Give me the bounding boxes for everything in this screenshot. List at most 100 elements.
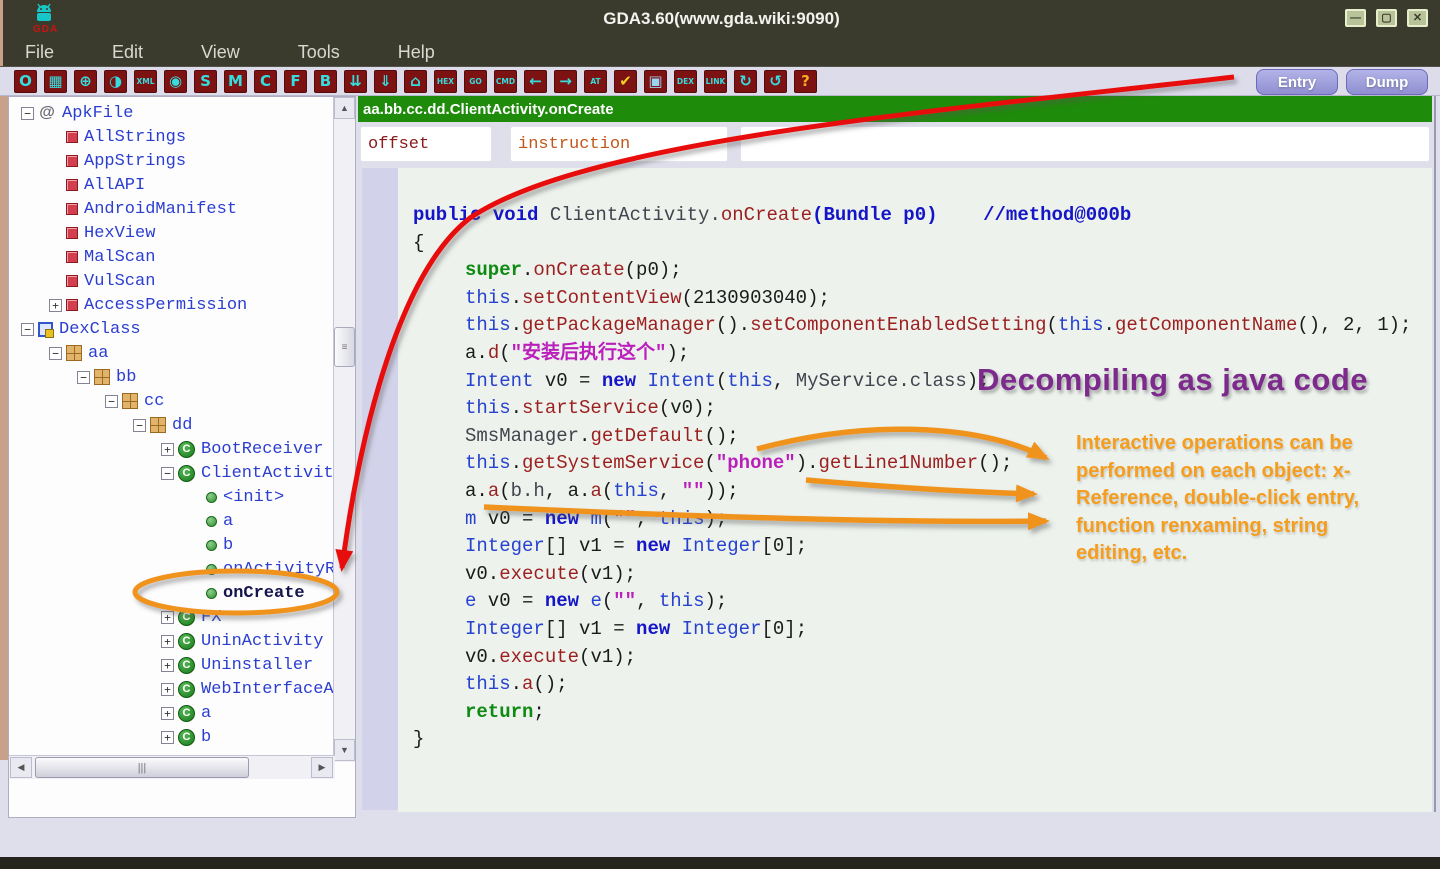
code-line[interactable]: } [413,726,1432,754]
save-icon[interactable]: ▦ [44,70,67,93]
dump-button[interactable]: Dump [1346,69,1428,95]
code-line[interactable]: return; [413,699,1432,727]
code-line[interactable]: v0.execute(v1); [413,644,1432,672]
code-token-t[interactable]: Integer [682,535,762,557]
code-token-s[interactable]: "安装后执行这个" [511,342,667,364]
code-token-t[interactable]: this [465,314,511,336]
tree-item-webinterfaceactivity[interactable]: +CWebInterfaceActivity [9,677,333,701]
tree-item-onactivityresult[interactable]: onActivityResult [9,557,333,581]
close-button[interactable]: ✕ [1407,9,1428,27]
redo-icon[interactable]: ↻ [734,70,757,93]
code-token-m[interactable]: getPackageManager [522,314,716,336]
tree-item-allstrings[interactable]: AllStrings [9,125,333,149]
code-token-t[interactable]: this [1058,314,1104,336]
code-token-s[interactable]: "" [613,590,636,612]
code-token-s[interactable]: "phone" [716,452,796,474]
tree-item-appstrings[interactable]: AppStrings [9,149,333,173]
vertical-scroll-thumb[interactable]: ≡ [334,327,355,367]
open-icon[interactable]: O [14,70,37,93]
horizontal-scroll-thumb[interactable]: ||| [35,757,249,778]
tree-item-aa[interactable]: −aa [9,341,333,365]
instruction-column-header[interactable]: instruction [510,126,728,162]
code-line[interactable]: this.setContentView(2130903040); [413,285,1432,313]
code-token-t[interactable]: e [465,590,476,612]
tree-item-fx[interactable]: +CFX [9,605,333,629]
code-token-t[interactable]: this [727,370,773,392]
code-token-m[interactable]: onCreate [533,259,624,281]
tree-item-uninactivity[interactable]: +CUninActivity [9,629,333,653]
expand-toggle-icon[interactable]: + [161,443,174,456]
tree-item-malscan[interactable]: MalScan [9,245,333,269]
code-token-m[interactable]: setContentView [522,287,682,309]
code-token-m[interactable]: a [522,673,533,695]
collapse-toggle-icon[interactable]: − [133,419,146,432]
collapse-toggle-icon[interactable]: − [21,323,34,336]
code-token-c[interactable]: b.h [511,480,545,502]
collapse-toggle-icon[interactable]: − [21,107,34,120]
code-token-m[interactable]: a [488,480,499,502]
strings-icon[interactable]: S [194,70,217,93]
collapse-toggle-icon[interactable]: − [105,395,118,408]
hex-icon[interactable]: HEX [434,70,457,93]
code-token-m[interactable]: a [590,480,601,502]
code-token-t[interactable]: Integer [465,618,545,640]
code-token-s[interactable]: "" [682,480,705,502]
scroll-left-button[interactable]: ◀ [10,757,32,778]
tree-item-bootreceiver[interactable]: +CBootReceiver [9,437,333,461]
code-token-c[interactable]: MyService.class [796,370,967,392]
tree-item-init[interactable]: <init> [9,485,333,509]
tree-item-dd[interactable]: −dd [9,413,333,437]
expand-toggle-icon[interactable]: + [161,731,174,744]
tree-item-a[interactable]: +Ca [9,701,333,725]
collapse-toggle-icon[interactable]: − [161,467,174,480]
expand-toggle-icon[interactable]: + [49,299,62,312]
help-icon[interactable]: ? [794,70,817,93]
minimize-button[interactable]: — [1345,9,1366,27]
scroll-down-button[interactable]: ▼ [334,739,355,761]
tree-item-oncreate[interactable]: onCreate [9,581,333,605]
collapse-toggle-icon[interactable]: − [77,371,90,384]
expand-toggle-icon[interactable]: + [161,659,174,672]
collapse-toggle-icon[interactable]: − [49,347,62,360]
filter-box-empty[interactable] [740,126,1430,162]
expand-toggle-icon[interactable]: + [161,683,174,696]
code-token-m[interactable]: getDefault [590,425,704,447]
tree-item-accesspermission[interactable]: +AccessPermission [9,293,333,317]
malscan-icon[interactable]: ✔ [614,70,637,93]
code-token-t[interactable]: Intent [647,370,715,392]
at-icon[interactable]: AT [584,70,607,93]
code-line[interactable]: super.onCreate(p0); [413,257,1432,285]
tree-vertical-scrollbar[interactable]: ▲ ≡ ▼ [333,97,355,762]
method-icon[interactable]: M [224,70,247,93]
code-line[interactable]: Integer[] v1 = new Integer[0]; [413,616,1432,644]
code-token-t[interactable]: m [465,508,476,530]
apk-icon[interactable]: ◉ [164,70,187,93]
class-icon[interactable]: C [254,70,277,93]
tree-item-hexview[interactable]: HexView [9,221,333,245]
tree-item-bb[interactable]: −bb [9,365,333,389]
tree-item-b[interactable]: b [9,533,333,557]
code-token-m[interactable]: getSystemService [522,452,704,474]
code-token-t[interactable]: Integer [465,535,545,557]
code-token-t[interactable]: this [613,480,659,502]
bytecode-icon[interactable]: B [314,70,337,93]
code-token-s[interactable]: "" [613,508,636,530]
menu-view[interactable]: View [201,42,240,63]
code-token-m[interactable]: startService [522,397,659,419]
go-icon[interactable]: GO [464,70,487,93]
code-token-t[interactable]: this [659,508,705,530]
tree-item-dexclass[interactable]: −DexClass [9,317,333,341]
scroll-right-button[interactable]: ▶ [311,757,333,778]
code-line[interactable]: e v0 = new e("", this); [413,588,1432,616]
tree-item-clientactivity[interactable]: −CClientActivity [9,461,333,485]
forward-icon[interactable]: → [554,70,577,93]
expand-toggle-icon[interactable]: + [161,635,174,648]
code-token-m[interactable]: execute [499,646,579,668]
code-token-m[interactable]: setComponentEnabledSetting [750,314,1046,336]
code-token-t[interactable]: m [590,508,601,530]
tree-item-allapi[interactable]: AllAPI [9,173,333,197]
tree-item-androidmanifest[interactable]: AndroidManifest [9,197,333,221]
code-token-m[interactable]: d [488,342,499,364]
import-icon[interactable]: ⇊ [344,70,367,93]
report-icon[interactable]: ▣ [644,70,667,93]
